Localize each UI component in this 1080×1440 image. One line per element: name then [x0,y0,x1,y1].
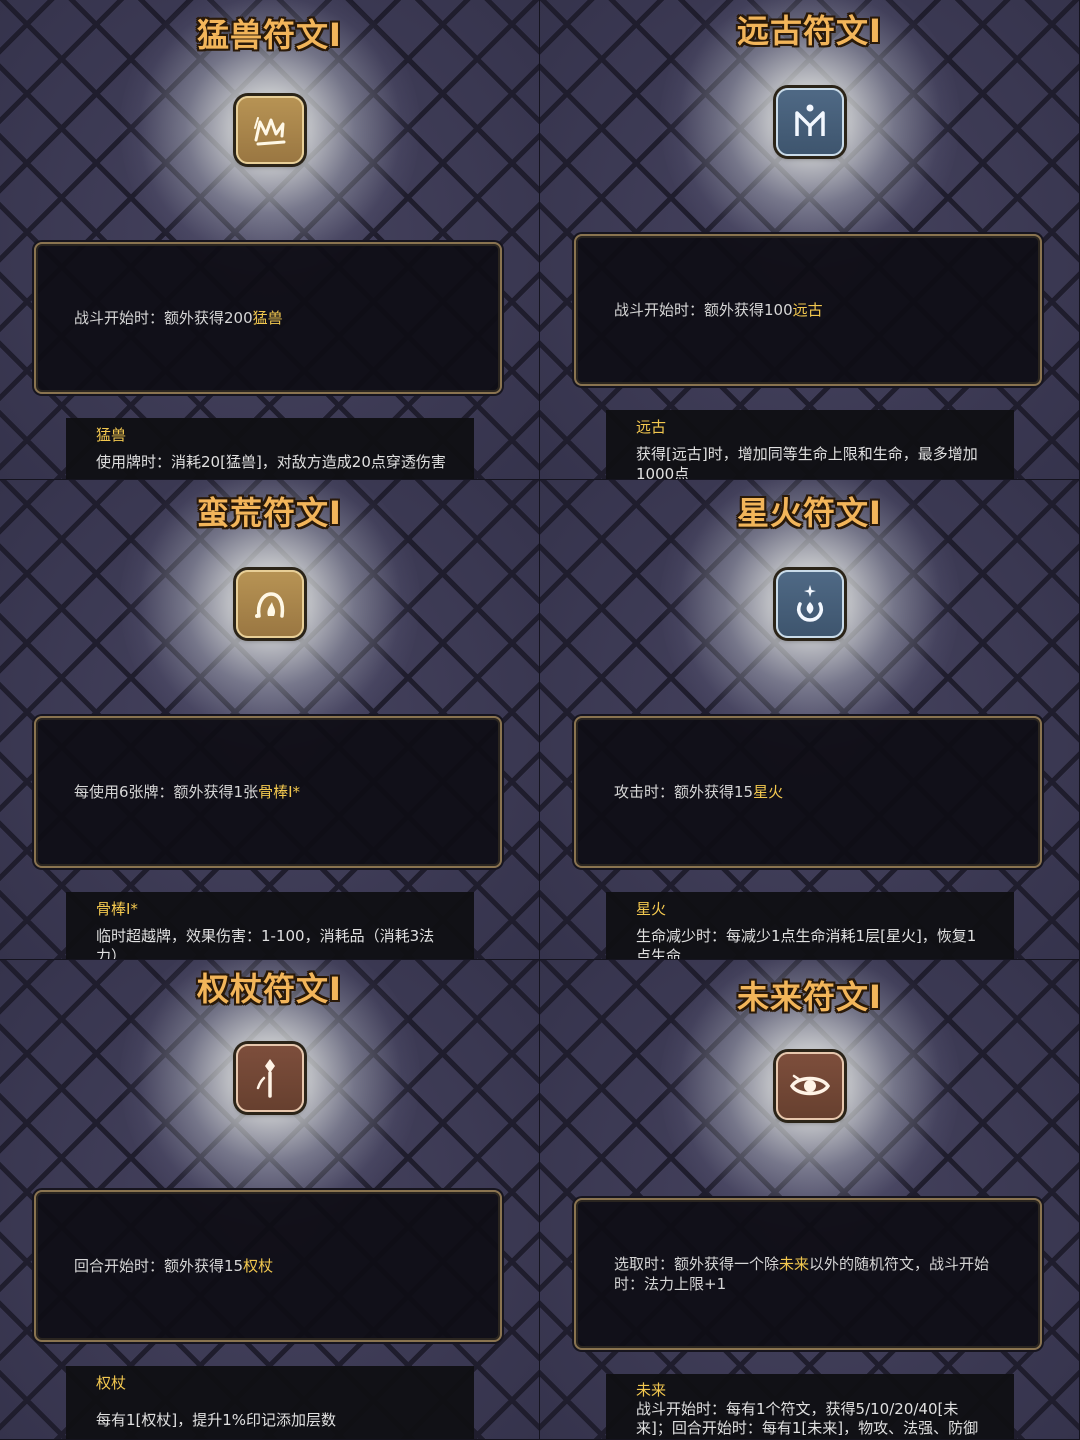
keyword-tooltip: 骨棒I* 临时超越牌，效果伤害：1-100，消耗品（消耗3法力） [66,892,474,960]
rune-card-wild[interactable]: 蛮荒符文I 每使用6张牌：额外获得1张骨棒I* 骨棒I* 临时超越牌，效果伤害：… [0,480,540,960]
rune-title: 猛兽符文I [197,16,342,54]
rune-description-box: 选取时：额外获得一个除未来以外的随机符文，战斗开始时：法力上限+1 [574,1198,1042,1350]
eye-icon [775,1052,844,1120]
keyword-name: 远古 [636,418,667,436]
rune-card-future[interactable]: 未来符文I 选取时：额外获得一个除未来以外的随机符文，战斗开始时：法力上限+1 … [540,960,1080,1440]
rune-title: 未来符文I [737,978,882,1016]
keyword-tooltip: 星火 生命减少时：每减少1点生命消耗1层[星火]，恢复1点生命 [606,892,1014,960]
ancient-glyph-icon [775,88,844,156]
rune-title: 星火符文I [737,494,882,532]
rune-description: 回合开始时：额外获得15权杖 [74,1257,274,1275]
rune-description: 战斗开始时：额外获得200猛兽 [74,309,283,327]
keyword-tooltip: 权杖 每有1[权杖]，提升1%印记添加层数 [66,1366,474,1439]
rune-description-box: 战斗开始时：额外获得100远古 [574,234,1042,386]
rune-card-beast[interactable]: 猛兽符文I 战斗开始时：额外获得200猛兽 猛兽 使用牌时：消耗20[猛兽]，对… [0,0,540,480]
keyword-description: 临时超越牌，效果伤害：1-100，消耗品（消耗3法力） [96,927,435,960]
keyword-description: 获得[远古]时，增加同等生命上限和生命，最多增加1000点 [636,445,978,480]
rune-title: 蛮荒符文I [197,494,342,532]
rune-description: 攻击时：额外获得15星火 [614,783,784,801]
keyword-name: 未来 [636,1381,667,1399]
rune-description: 选取时：额外获得一个除未来以外的随机符文，战斗开始时：法力上限+1 [614,1255,990,1293]
scepter-icon [235,1044,304,1112]
rune-description: 战斗开始时：额外获得100远古 [614,301,823,319]
keyword-tooltip: 未来 战斗开始时：每有1个符文，获得5/10/20/40[未来]；回合开始时：每… [606,1374,1014,1439]
rune-description-box: 战斗开始时：额外获得200猛兽 [34,242,502,394]
keyword-name: 骨棒I* [96,900,138,918]
keyword-tooltip: 猛兽 使用牌时：消耗20[猛兽]，对敌方造成20点穿透伤害 [66,418,474,479]
rune-card-ancient[interactable]: 远古符文I 战斗开始时：额外获得100远古 远古 获得[远古]时，增加同等生命上… [540,0,1080,480]
rune-title: 权杖符文I [197,970,342,1008]
rune-description: 每使用6张牌：额外获得1张骨棒I* [74,783,301,801]
keyword-description: 战斗开始时：每有1个符文，获得5/10/20/40[未来]；回合开始时：每有1[… [636,1400,979,1437]
keyword-name: 星火 [636,900,667,918]
rune-description-box: 攻击时：额外获得15星火 [574,716,1042,868]
rune-card-scepter[interactable]: 权杖符文I 回合开始时：额外获得15权杖 权杖 每有1[权杖]，提升1%印记添加… [0,960,540,1440]
wild-flame-icon [235,570,304,638]
keyword-name: 猛兽 [96,426,127,444]
rune-card-starfire[interactable]: 星火符文I 攻击时：额外获得15星火 星火 生命减少时：每减少1点生命消耗1层[… [540,480,1080,960]
keyword-tooltip: 远古 获得[远古]时，增加同等生命上限和生命，最多增加1000点 [606,410,1014,480]
rune-title: 远古符文I [737,12,882,50]
keyword-name: 权杖 [96,1374,127,1392]
star-fire-icon [775,570,844,638]
keyword-description: 生命减少时：每减少1点生命消耗1层[星火]，恢复1点生命 [636,927,977,960]
rune-grid: 猛兽符文I 战斗开始时：额外获得200猛兽 猛兽 使用牌时：消耗20[猛兽]，对… [0,0,1080,1440]
keyword-description: 使用牌时：消耗20[猛兽]，对敌方造成20点穿透伤害 [96,453,446,471]
rune-description-box: 每使用6张牌：额外获得1张骨棒I* [34,716,502,868]
keyword-description: 每有1[权杖]，提升1%印记添加层数 [96,1411,337,1429]
claw-crown-icon [235,96,304,164]
rune-description-box: 回合开始时：额外获得15权杖 [34,1190,502,1342]
